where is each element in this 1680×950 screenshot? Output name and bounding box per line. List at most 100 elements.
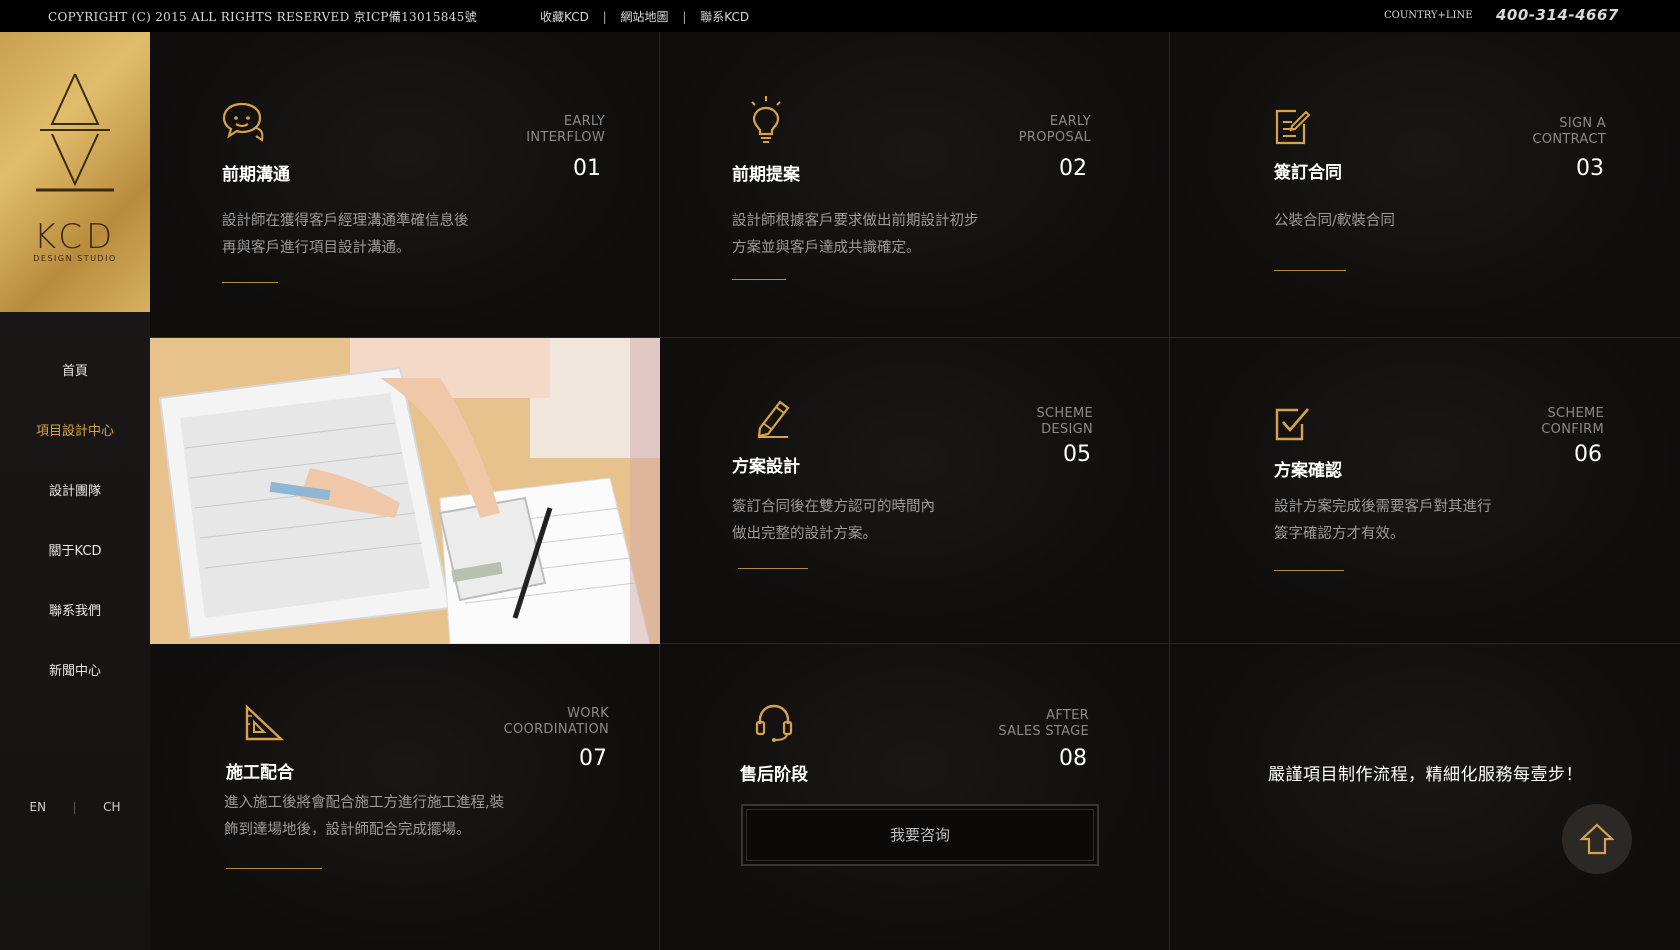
step-description: 設計師在獲得客戶經理溝通準確信息後 再與客戶進行項目設計溝通。 [222,208,469,262]
kcd-logo-icon [36,73,114,192]
desc-line: 設計師根據客戶要求做出前期設計初步 [732,213,979,229]
gold-underline [732,279,786,280]
step-en-label: EARLY INTERFLOW [526,114,605,146]
logo[interactable]: KCD DESIGN STUDIO [0,32,150,312]
step-en-label: SCHEME DESIGN [1036,406,1093,438]
desc-line: 方案並與客戶達成共識確定。 [732,240,921,256]
language-switcher: EN CH [0,800,150,814]
step-card: 前期提案 EARLY PROPOSAL 02 設計師根據客戶要求做出前期設計初步… [660,32,1170,338]
process-grid: 前期溝通 EARLY INTERFLOW 01 設計師在獲得客戶經理溝通準確信息… [150,32,1680,950]
contact-link[interactable]: 聯系KCD [700,10,749,24]
top-bar: COPYRIGHT (C) 2015 ALL RIGHTS RESERVED 京… [0,0,1680,32]
desc-line: 設計方案完成後需要客戶對其進行 [1274,499,1492,515]
step-card: 施工配合 WORK COORDINATION 07 進入施工後將會配合施工方進行… [150,644,660,950]
step-card: 前期溝通 EARLY INTERFLOW 01 設計師在獲得客戶經理溝通準確信息… [150,32,660,338]
workspace-photo [150,338,660,644]
logo-subtitle: DESIGN STUDIO [33,254,117,263]
step-en-line: SCHEME [1036,406,1093,421]
nav-item-home[interactable]: 首頁 [0,362,150,382]
desc-line: 飾到達場地後，設計師配合完成擺場。 [224,822,471,838]
desc-line: 做出完整的設計方案。 [732,526,877,542]
step-en-line: EARLY [563,114,605,129]
lang-ch[interactable]: CH [103,800,120,814]
step-card: 方案設計 SCHEME DESIGN 05 簽訂合同後在雙方認可的時間內 做出完… [660,338,1170,644]
nav-item-news[interactable]: 新聞中心 [0,662,150,682]
desc-line: 簽字確認方才有效。 [1274,526,1405,542]
step-en-label: SCHEME CONFIRM [1541,406,1604,438]
desc-line: 設計師在獲得客戶經理溝通準確信息後 [222,213,469,229]
step-en-line: CONTRACT [1532,132,1606,147]
nav-item-project-design-center[interactable]: 項目設計中心 [0,422,150,442]
step-title: 簽訂合同 [1274,163,1342,183]
country-line-label: COUNTRY+LINE [1384,10,1473,21]
step-en-line: CONFIRM [1541,422,1604,437]
step-title: 施工配合 [226,763,294,783]
chat-icon [222,102,264,142]
step-number: 05 [1063,442,1091,467]
slogan-card: 嚴謹項目制作流程，精細化服務每壹步！ [1170,644,1680,950]
main-nav: 首頁 項目設計中心 設計團隊 關于KCD 聯系我們 新聞中心 [0,362,150,722]
sitemap-link[interactable]: 網站地圖 [621,10,669,24]
phone-number: 400-314-4667 [1496,6,1619,24]
logo-name: KCD [33,217,117,257]
step-en-line: SIGN A [1559,116,1606,131]
gold-underline [1274,570,1344,571]
step-en-label: EARLY PROPOSAL [1019,114,1091,146]
contract-icon [1275,109,1310,145]
step-card: 售后阶段 AFTER SALES STAGE 08 我要咨询 [660,644,1170,950]
slogan-text: 嚴謹項目制作流程，精細化服務每壹步！ [1268,765,1583,785]
step-en-line: SCHEME [1547,406,1604,421]
step-description: 設計方案完成後需要客戶對其進行 簽字確認方才有效。 [1274,494,1492,548]
top-links: 收藏KCD | 網站地圖 | 聯系KCD [540,8,749,25]
step-en-label: AFTER SALES STAGE [998,708,1089,740]
lightbulb-icon [751,96,781,143]
step-title: 方案設計 [732,457,800,477]
gold-underline [222,282,278,283]
checkbox-icon [1275,408,1309,441]
step-title: 方案確認 [1274,461,1342,481]
step-en-line: PROPOSAL [1018,130,1091,145]
desc-line: 再與客戶進行項目設計溝通。 [222,240,411,256]
link-separator: | [602,10,607,24]
step-title: 前期溝通 [222,165,290,185]
step-card: 方案確認 SCHEME CONFIRM 06 設計方案完成後需要客戶對其進行 簽… [1170,338,1680,644]
step-en-line: COORDINATION [503,722,609,737]
step-en-line: INTERFLOW [526,130,605,145]
nav-item-about[interactable]: 關于KCD [0,542,150,562]
lang-en[interactable]: EN [30,800,47,814]
page: COPYRIGHT (C) 2015 ALL RIGHTS RESERVED 京… [0,0,1680,950]
headset-icon [755,704,793,742]
step-number: 03 [1576,156,1604,181]
step-number: 06 [1574,442,1602,467]
step-en-label: WORK COORDINATION [504,706,609,738]
step-en-line: SALES STAGE [998,724,1089,739]
step-description: 公裝合同/軟裝合同 [1274,208,1395,235]
link-separator: | [682,10,687,24]
step-en-line: AFTER [1046,708,1089,723]
step-title: 售后阶段 [740,765,808,785]
step-number: 01 [573,156,601,181]
nav-item-contact[interactable]: 聯系我們 [0,602,150,622]
gold-underline [226,868,322,869]
step-en-label: SIGN A CONTRACT [1532,116,1606,148]
step-en-line: EARLY [1049,114,1091,129]
step-description: 簽訂合同後在雙方認可的時間內 做出完整的設計方案。 [732,494,935,548]
copyright-text: COPYRIGHT (C) 2015 ALL RIGHTS RESERVED 京… [48,10,477,24]
step-en-line: WORK [567,706,609,721]
back-to-top-button[interactable] [1562,804,1632,874]
nav-item-design-team[interactable]: 設計團隊 [0,482,150,502]
consult-button[interactable]: 我要咨询 [741,804,1099,866]
gold-underline [1274,270,1346,271]
step-card: 簽訂合同 SIGN A CONTRACT 03 公裝合同/軟裝合同 [1170,32,1680,338]
desc-line: 簽訂合同後在雙方認可的時間內 [732,499,935,515]
home-arrow-icon [1579,823,1615,855]
laptop-calculator-image [150,338,660,644]
bookmark-link[interactable]: 收藏KCD [540,10,589,24]
step-number: 08 [1059,746,1087,771]
step-title: 前期提案 [732,165,800,185]
lang-separator [74,801,76,814]
desc-line: 進入施工後將會配合施工方進行施工進程,裝 [224,795,505,811]
gold-underline [738,568,808,569]
step-description: 進入施工後將會配合施工方進行施工進程,裝 飾到達場地後，設計師配合完成擺場。 [224,790,504,844]
desc-line: 公裝合同/軟裝合同 [1274,213,1395,229]
